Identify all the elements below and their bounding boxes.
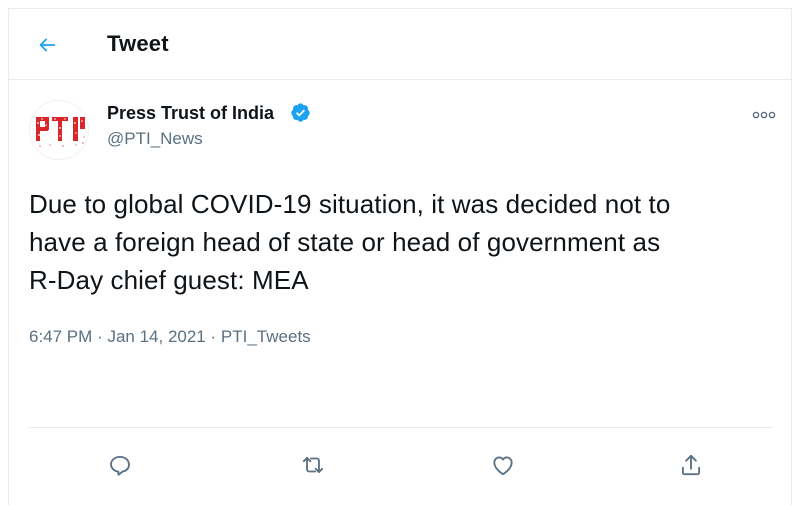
author-name[interactable]: Press Trust of India — [107, 103, 274, 124]
verified-badge-icon — [291, 103, 310, 122]
tweet-text-line: R-Day chief guest: MEA — [29, 265, 309, 295]
divider — [29, 427, 773, 428]
meta-separator: · — [97, 327, 103, 346]
like-icon — [493, 456, 513, 476]
meta-separator: · — [210, 327, 217, 346]
reply-button[interactable] — [100, 445, 140, 485]
back-button[interactable] — [29, 29, 65, 61]
tweet-text-line: Due to global COVID-19 situation, it was… — [29, 189, 671, 219]
action-bar — [9, 445, 791, 485]
page-header: Tweet — [9, 9, 791, 80]
retweet-icon — [302, 457, 324, 473]
share-icon — [681, 454, 701, 476]
tweet-text-line: have a foreign head of state or head of … — [29, 227, 661, 257]
arrow-left-icon — [39, 38, 56, 52]
tweet-metadata: 6:47 PM · Jan 14, 2021 · PTI_Tweets — [29, 327, 311, 347]
author-handle[interactable]: @PTI_News — [107, 129, 203, 149]
retweet-button[interactable] — [293, 445, 333, 485]
page-title: Tweet — [107, 31, 169, 56]
share-button[interactable] — [671, 445, 711, 485]
reply-icon — [110, 455, 130, 476]
like-button[interactable] — [483, 445, 523, 485]
more-icon — [752, 111, 776, 119]
avatar[interactable] — [29, 100, 89, 160]
tweet-date[interactable]: Jan 14, 2021 — [107, 327, 205, 346]
tweet-time[interactable]: 6:47 PM — [29, 327, 92, 346]
tweet-text: Due to global COVID-19 situation, it was… — [29, 185, 789, 299]
pti-logo — [30, 101, 88, 159]
tweet-page: Tweet Press Trust of India @PTI_News Due… — [8, 8, 792, 505]
more-button[interactable] — [751, 107, 777, 123]
tweet-source[interactable]: PTI_Tweets — [221, 327, 311, 346]
